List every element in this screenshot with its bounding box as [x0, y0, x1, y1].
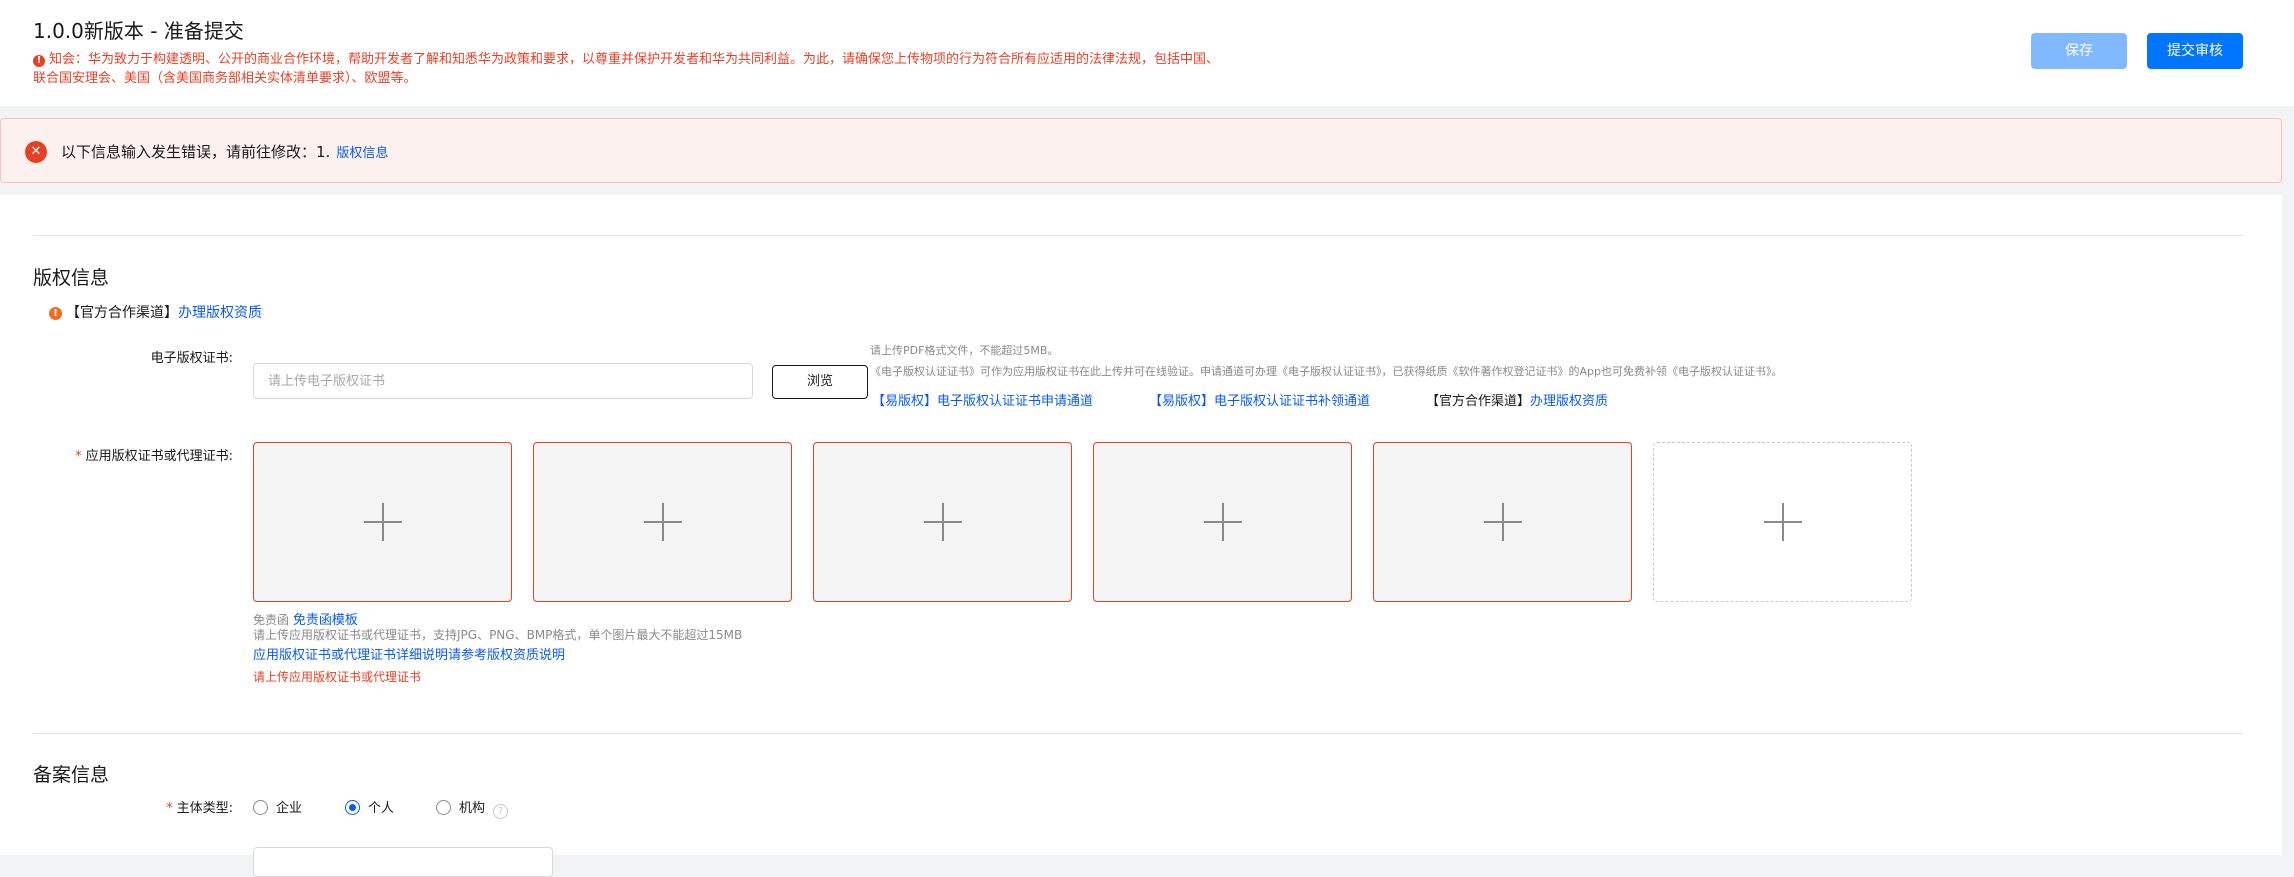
- error-icon: ✕: [25, 141, 47, 163]
- save-button[interactable]: 保存: [2031, 33, 2127, 69]
- app-cert-label: * 应用版权证书或代理证书:: [33, 448, 233, 466]
- official-channel-tip: ! 【官方合作渠道】办理版权资质: [49, 303, 262, 323]
- ecert-input[interactable]: [253, 363, 753, 399]
- plus-icon: [1484, 503, 1522, 541]
- entity-type-label: * 主体类型:: [33, 800, 233, 818]
- radio-circle[interactable]: [253, 800, 268, 815]
- channel-link-reissue[interactable]: 【易版权】电子版权认证证书补领通道: [1149, 393, 1370, 411]
- plus-icon: [1204, 503, 1242, 541]
- app-cert-label-text: 应用版权证书或代理证书:: [85, 449, 233, 464]
- plus-icon: [1764, 503, 1802, 541]
- upload-error: 请上传应用版权证书或代理证书: [253, 670, 422, 684]
- tip-prefix: 【官方合作渠道】: [66, 305, 178, 321]
- upload-slot-5[interactable]: [1373, 442, 1632, 602]
- disclaimer-template-link[interactable]: 免责函模板: [293, 613, 358, 628]
- entity-type-label-text: 主体类型:: [176, 801, 233, 816]
- upload-slot-3[interactable]: [813, 442, 1072, 602]
- warning-icon: !: [49, 307, 62, 320]
- disclaimer-prefix: 免责函: [253, 613, 290, 627]
- upload-slot-6[interactable]: [1653, 442, 1912, 602]
- form-card: 版权信息 ! 【官方合作渠道】办理版权资质 电子版权证书: 浏览 请上传PDF格式…: [0, 195, 2282, 877]
- help-icon[interactable]: ?: [493, 804, 509, 819]
- disclaimer-line: 免责函 免责函模板: [253, 613, 358, 628]
- page-header: 1.0.0新版本 - 准备提交 ! 知会：华为致力于构建透明、公开的商业合作环境，…: [0, 0, 2294, 106]
- required-mark: *: [75, 449, 82, 464]
- section-title-filing: 备案信息: [33, 764, 110, 786]
- radio-circle[interactable]: [436, 800, 451, 815]
- ecert-label: 电子版权证书:: [150, 351, 233, 366]
- plus-icon: [364, 503, 402, 541]
- ecert-hint-1: 请上传PDF格式文件，不能超过5MB。: [870, 344, 1059, 357]
- error-message: 以下信息输入发生错误，请前往修改：1. 版权信息: [61, 140, 388, 166]
- error-banner: ✕ 以下信息输入发生错误，请前往修改：1. 版权信息: [0, 118, 2282, 183]
- upload-slot-1[interactable]: [253, 442, 512, 602]
- upload-hint: 请上传应用版权证书或代理证书，支持JPG、PNG、BMP格式，单个图片最大不能超…: [253, 628, 743, 642]
- radio-individual[interactable]: 个人: [345, 800, 394, 818]
- channel-link-official[interactable]: 【官方合作渠道】办理版权资质: [1426, 393, 1608, 411]
- upload-slot-2[interactable]: [533, 442, 792, 602]
- required-mark: *: [166, 801, 173, 816]
- browse-button[interactable]: 浏览: [772, 365, 868, 399]
- section-title-copyright: 版权信息: [33, 267, 110, 289]
- submit-review-button[interactable]: 提交审核: [2147, 33, 2243, 69]
- upload-slot-4[interactable]: [1093, 442, 1352, 602]
- error-message-text: 以下信息输入发生错误，请前往修改：1.: [61, 143, 331, 161]
- page-title: 1.0.0新版本 - 准备提交: [33, 19, 244, 43]
- radio-institution[interactable]: 机构?: [436, 800, 509, 819]
- filing-field-partial[interactable]: [253, 847, 553, 877]
- plus-icon: [644, 503, 682, 541]
- compliance-notice: ! 知会：华为致力于构建透明、公开的商业合作环境，帮助开发者了解和知悉华为政策和要…: [33, 50, 1223, 88]
- divider: [33, 733, 2243, 734]
- ecert-hint-2: 《电子版权认证证书》可作为应用版权证书在此上传并可在线验证。申请通道可办理《电子…: [870, 365, 1783, 378]
- tip-link[interactable]: 办理版权资质: [178, 305, 262, 321]
- alert-icon: !: [33, 55, 45, 67]
- compliance-notice-text: 知会：华为致力于构建透明、公开的商业合作环境，帮助开发者了解和知悉华为政策和要求…: [33, 52, 1220, 86]
- divider: [33, 235, 2243, 236]
- cert-detail-link[interactable]: 应用版权证书或代理证书详细说明请参考版权资质说明: [253, 647, 565, 665]
- radio-circle-checked[interactable]: [345, 800, 360, 815]
- radio-enterprise[interactable]: 企业: [253, 800, 302, 818]
- channel-link-apply[interactable]: 【易版权】电子版权认证证书申请通道: [872, 393, 1093, 411]
- error-link-copyright[interactable]: 版权信息: [336, 146, 388, 161]
- plus-icon: [924, 503, 962, 541]
